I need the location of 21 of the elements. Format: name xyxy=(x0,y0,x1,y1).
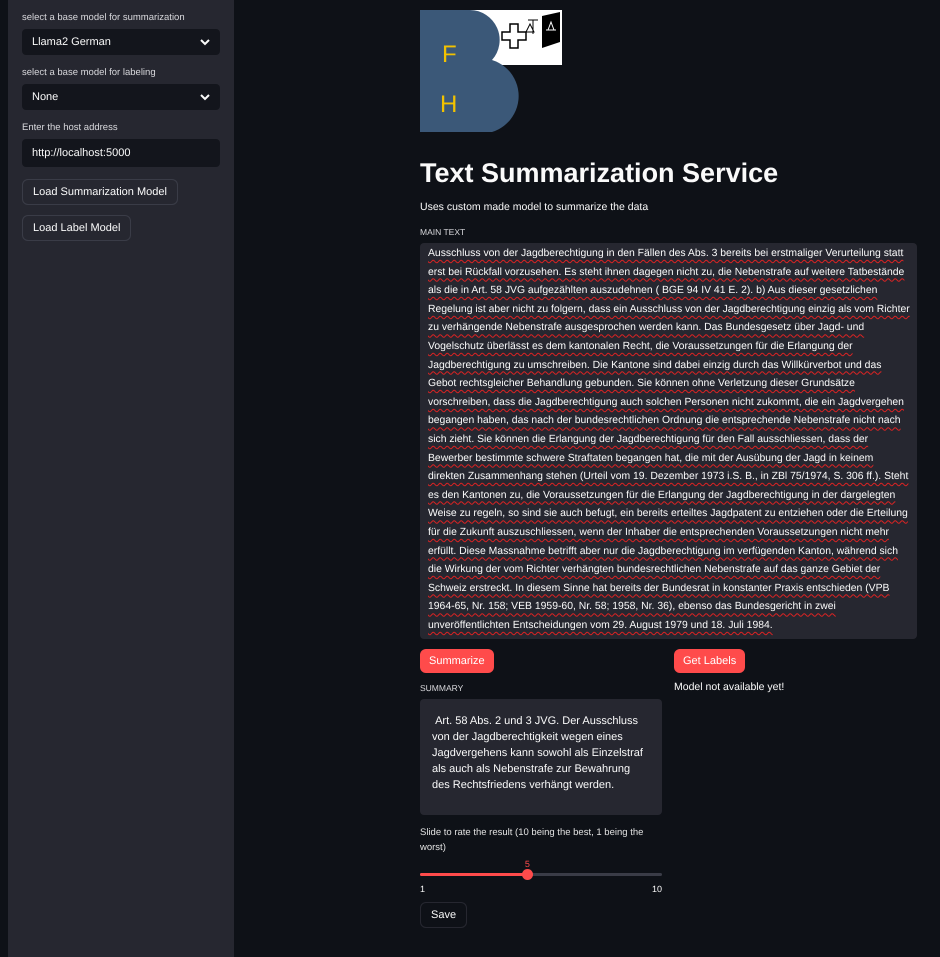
main-text-label: MAIN TEXT xyxy=(420,227,466,237)
load-model-button[interactable]: Load Label Model xyxy=(22,215,132,241)
model-dropdown[interactable]: None xyxy=(22,84,220,110)
field-label: select a base model for labeling xyxy=(22,67,157,78)
description-text: Uses custom made model to summarize the data xyxy=(420,201,650,213)
field-label: select a base model for summarization xyxy=(22,12,186,23)
host-input[interactable]: http://localhost:5000 xyxy=(22,139,220,167)
slider-max: 10 xyxy=(652,884,662,894)
summary-text-area[interactable]: Art. 58 Abs. 2 und 3 JVG. Der Ausschluss von der Jagdberechtigkeit wegen eines Jagdvergehens kann sowohl als Einzelstraf als auch als Nebenstrafe zur Bewahrung des Rechtsfriedens verhängt werden. xyxy=(420,699,662,816)
slider-min: 1 xyxy=(420,884,426,894)
page-title: Text Summarization Service xyxy=(420,158,780,189)
slider-value: 5 xyxy=(524,859,530,870)
logo-drawing: F H xyxy=(420,10,562,132)
status-message: Model not available yet! xyxy=(674,681,786,694)
load-model-button[interactable]: Load Summarization Model xyxy=(22,179,178,205)
slider-label: Slide to rate the result (10 being the best, 1 being the worst) xyxy=(420,826,644,856)
model-dropdown[interactable]: Llama2 German xyxy=(22,29,220,55)
field-label: Enter the host address xyxy=(22,122,119,133)
summary-label: SUMMARY xyxy=(420,683,464,694)
main-text-area[interactable]: Ausschluss von der Jagdberechtigung in den Fällen des Abs. 3 bereits bei erstmaliger Verurteilung statt erst bei Rückfall vorzusehen. Es steht ihnen dagegen nicht zu, die Nebenstrafe auf weitere Tatbestände als die in Art. 58 JVG aufgezählten auszudehnen ( BGE 94 IV 41 E. 2). b) Aus dieser gesetzlichen Regelung ist aber nicht zu folgern, dass ein Ausschluss von der Jagdberechtigung einzig als vom Richter zu verhängende Nebenstrafe ausgesprochen werden kann. Das Bundesgesetz über Jagd- und Vogelschutz überlässt es dem kantonalen Recht, die Voraussetzungen für die Erlangung der Jagdberechtigung zu umschreiben. Die Kantone sind dabei einzig durch das Willkürverbot und das Gebot rechtsgleicher Behandlung gebunden. Sie können ohne Verletzung dieser Grundsätze vorschreiben, dass die Jagdberechtigung auch solchen Personen nicht zukommt, die ein Jagdvergehen begangen haben, das nach der bundesrechtlichen Ordnung die entsprechende Nebenstrafe nicht nach sich zieht. Sie können die Erlangung der Jagdberechtigung für den Fall ausschliessen, dass der Bewerber bestimmte schwere Straftaten begangen hat, die mit der Ausübung der Jagd in keinem direkten Zusammenhang stehen (Urteil vom 19. Dezember 1973 i.S. B., in ZBl 75/1974, S. 306 ff.). Steht es den Kantonen zu, die Voraussetzungen für die Erlangung der Jagdberechtigung in der dargelegten Weise zu regeln, so sind sie auch befugt, ein bereits erteiltes Jagdpatent zu entziehen oder die Erteilung für die Zukunft auszuschliessen, wenn der Inhaber die entsprechenden Voraussetzungen nicht mehr erfüllt. Diese Massnahme betrifft aber nur die Jagdberechtigung im verfügenden Kanton, während sich die Wirkung der vom Richter verhängten bundesrechtlichen Nebenstrafe auf das ganze Gebiet der Schweiz erstreckt. In diesem Sinne hat bereits der Bundesrat in konstanter Praxis entschieden (VPB 1964-65, Nr. 158; VEB 1959-60, Nr. 58; 1958, Nr. 36), ebenso das Bundesgericht in zwei unveröffentlichten Entscheidungen vom 29. August 1979 und 18. Juli 1984. xyxy=(420,243,917,640)
save-button[interactable]: Save xyxy=(420,902,468,928)
